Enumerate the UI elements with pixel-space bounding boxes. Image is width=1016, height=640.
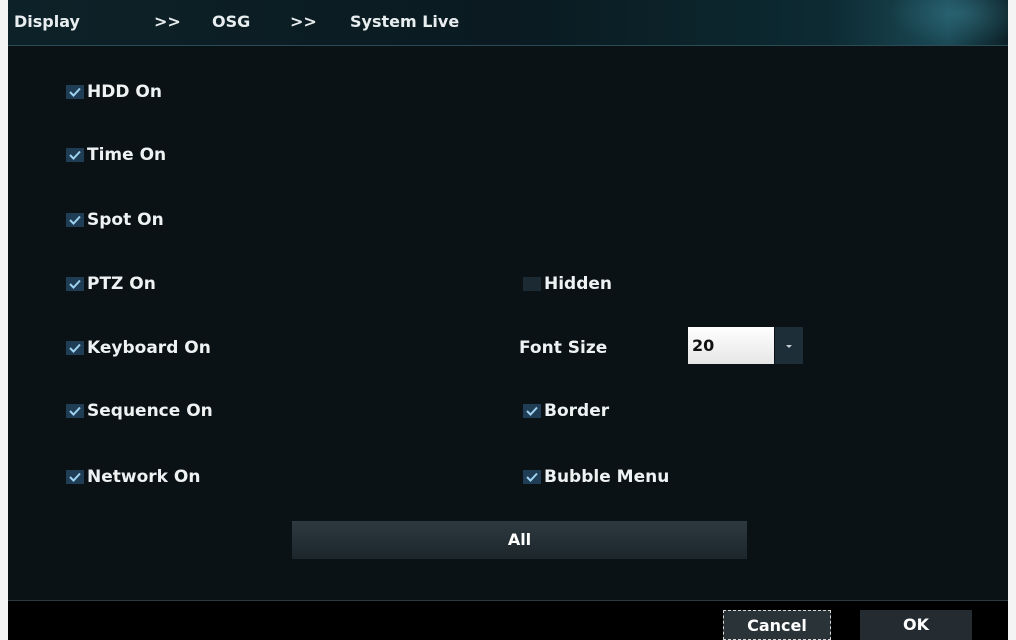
- border-checkbox[interactable]: Border: [523, 399, 609, 423]
- spot-on-checkbox[interactable]: Spot On: [66, 208, 164, 232]
- border-label: Border: [544, 401, 610, 421]
- all-button[interactable]: All: [292, 521, 747, 559]
- breadcrumb-separator: >>: [290, 12, 317, 31]
- checkbox-checked-icon: [523, 404, 541, 418]
- keyboard-on-label: Keyboard On: [87, 338, 211, 358]
- font-size-dropdown-button[interactable]: [775, 327, 803, 364]
- cancel-button[interactable]: Cancel: [723, 610, 831, 640]
- title-bar: Display >> OSG >> System Live: [8, 0, 1008, 46]
- checkbox-checked-icon: [66, 277, 84, 291]
- network-on-label: Network On: [87, 467, 201, 487]
- checkbox-checked-icon: [66, 85, 84, 99]
- hidden-label: Hidden: [544, 274, 613, 294]
- keyboard-on-checkbox[interactable]: Keyboard On: [66, 336, 211, 360]
- system-live-dialog: Display >> OSG >> System Live HDD On Tim…: [8, 0, 1008, 640]
- checkbox-unchecked-icon: [523, 277, 541, 291]
- footer-bar: [8, 600, 1008, 640]
- breadcrumb-separator: >>: [154, 12, 181, 31]
- ptz-on-label: PTZ On: [87, 274, 156, 294]
- breadcrumb-display: Display: [14, 12, 80, 31]
- title-bar-glow: [888, 0, 1008, 45]
- hidden-checkbox[interactable]: Hidden: [523, 272, 612, 296]
- font-size-label: Font Size: [519, 338, 608, 358]
- sequence-on-label: Sequence On: [87, 401, 213, 421]
- breadcrumb-system-live: System Live: [350, 12, 460, 31]
- spot-on-label: Spot On: [87, 210, 164, 230]
- bubble-menu-label: Bubble Menu: [544, 467, 670, 487]
- ptz-on-checkbox[interactable]: PTZ On: [66, 272, 156, 296]
- network-on-checkbox[interactable]: Network On: [66, 465, 200, 489]
- bubble-menu-checkbox[interactable]: Bubble Menu: [523, 465, 669, 489]
- time-on-label: Time On: [87, 145, 167, 165]
- hdd-on-checkbox[interactable]: HDD On: [66, 80, 162, 104]
- hdd-on-label: HDD On: [87, 82, 162, 102]
- checkbox-checked-icon: [66, 404, 84, 418]
- options-panel: [8, 46, 1008, 600]
- breadcrumb-osg: OSG: [212, 12, 251, 31]
- checkbox-checked-icon: [66, 341, 84, 355]
- checkbox-checked-icon: [523, 470, 541, 484]
- ok-button[interactable]: OK: [860, 610, 972, 640]
- font-size-select[interactable]: 20: [688, 327, 774, 364]
- checkbox-checked-icon: [66, 470, 84, 484]
- chevron-down-icon: [786, 344, 792, 348]
- sequence-on-checkbox[interactable]: Sequence On: [66, 399, 213, 423]
- checkbox-checked-icon: [66, 213, 84, 227]
- time-on-checkbox[interactable]: Time On: [66, 143, 166, 167]
- checkbox-checked-icon: [66, 148, 84, 162]
